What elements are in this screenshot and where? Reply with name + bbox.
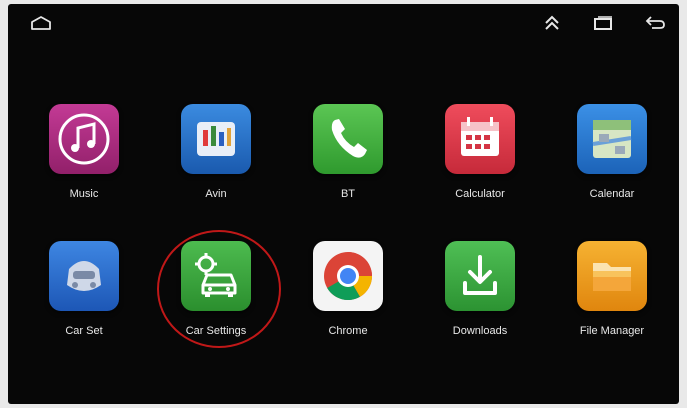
app-chrome[interactable]: Chrome bbox=[288, 241, 408, 371]
app-label: Car Settings bbox=[185, 325, 247, 337]
app-grid: Music Avin BT Calculator Calendar Car Se… bbox=[8, 4, 679, 404]
download-icon bbox=[445, 241, 515, 311]
app-calculator[interactable]: Calculator bbox=[420, 104, 540, 234]
launcher-screen: Music Avin BT Calculator Calendar Car Se… bbox=[8, 4, 679, 404]
app-file-manager[interactable]: File Manager bbox=[552, 241, 672, 371]
app-calendar[interactable]: Calendar bbox=[552, 104, 672, 234]
car-set-icon bbox=[49, 241, 119, 311]
music-note-icon bbox=[49, 104, 119, 174]
app-label: Downloads bbox=[452, 325, 508, 337]
app-label: BT bbox=[340, 188, 356, 200]
app-downloads[interactable]: Downloads bbox=[420, 241, 540, 371]
app-label: Chrome bbox=[328, 325, 368, 337]
avin-icon bbox=[181, 104, 251, 174]
phone-icon bbox=[313, 104, 383, 174]
chrome-icon bbox=[313, 241, 383, 311]
app-avin[interactable]: Avin bbox=[156, 104, 276, 234]
app-car-settings[interactable]: Car Settings bbox=[156, 241, 276, 371]
app-label: File Manager bbox=[579, 325, 645, 337]
app-label: Music bbox=[69, 188, 99, 200]
app-car-set[interactable]: Car Set bbox=[24, 241, 144, 371]
car-gear-icon bbox=[181, 241, 251, 311]
app-music[interactable]: Music bbox=[24, 104, 144, 234]
app-label: Calculator bbox=[455, 188, 505, 200]
app-bt[interactable]: BT bbox=[288, 104, 408, 234]
app-label: Avin bbox=[205, 188, 227, 200]
folder-icon bbox=[577, 241, 647, 311]
calendar-grid-icon bbox=[445, 104, 515, 174]
calendar-map-icon bbox=[577, 104, 647, 174]
app-label: Car Set bbox=[65, 325, 103, 337]
app-label: Calendar bbox=[589, 188, 635, 200]
